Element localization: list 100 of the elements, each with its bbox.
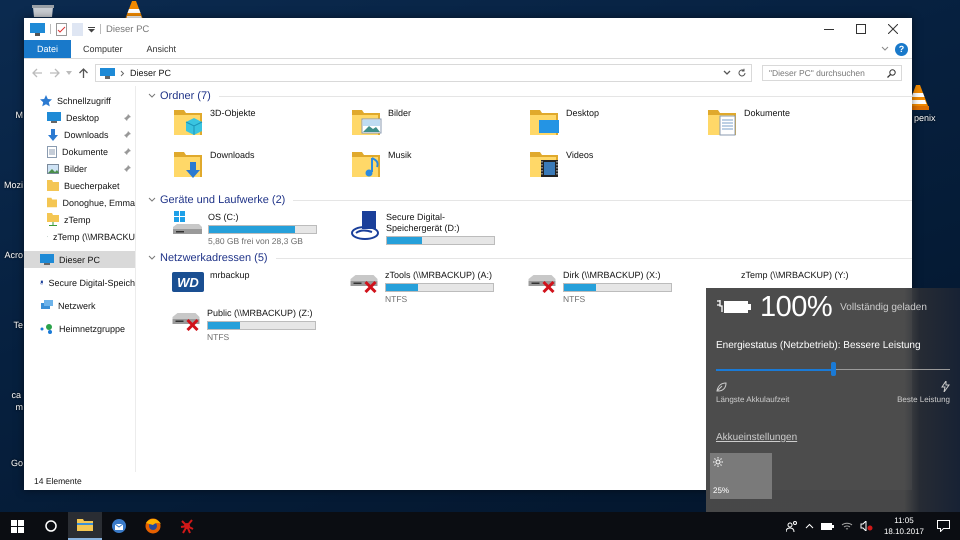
taskbar-app[interactable] bbox=[68, 512, 102, 540]
maximize-button[interactable] bbox=[856, 24, 866, 34]
browser-icon bbox=[144, 517, 162, 535]
drive-details: NTFS bbox=[563, 294, 586, 304]
drive-name[interactable]: Secure Digital-Speichergerät (D:) bbox=[386, 212, 496, 234]
back-arrow-icon bbox=[32, 68, 43, 78]
battery-icon bbox=[820, 522, 834, 530]
folder-name[interactable]: Desktop bbox=[566, 108, 676, 119]
customize-toolbar-icon bbox=[88, 26, 95, 32]
windows-logo-icon bbox=[10, 520, 24, 532]
clock-time: 11:05 bbox=[894, 515, 914, 526]
folder-name[interactable]: Musik bbox=[388, 150, 498, 161]
star-icon bbox=[40, 94, 52, 106]
sidebar-item[interactable]: Secure Digital-Speich bbox=[24, 274, 135, 291]
group-header[interactable]: Ordner (7) bbox=[160, 90, 211, 102]
sidebar-item[interactable]: Desktop bbox=[24, 109, 135, 126]
desktop-icon-label: m bbox=[16, 402, 23, 412]
sidebar-item[interactable]: Donoghue, Emma bbox=[24, 194, 135, 211]
sidebar-item[interactable]: Netzwerk bbox=[24, 297, 135, 314]
drive-name[interactable]: zTools (\\MRBACKUP) (A:) bbox=[385, 270, 495, 281]
network-icon bbox=[40, 300, 53, 311]
sidebar-item[interactable]: zTemp (\\MRBACKU bbox=[24, 228, 135, 245]
path-label: Dieser PC bbox=[130, 68, 172, 78]
drive-name[interactable]: Dirk (\\MRBACKUP) (X:) bbox=[563, 270, 673, 281]
folder-icon bbox=[47, 180, 59, 191]
sidebar-item[interactable]: Bilder bbox=[24, 160, 135, 177]
sidebar-item[interactable]: Downloads bbox=[24, 126, 135, 143]
sidebar-item[interactable]: Buecherpaket bbox=[24, 177, 135, 194]
sidebar-item[interactable]: zTemp bbox=[24, 211, 135, 228]
sidebar-item[interactable]: Dokumente bbox=[24, 143, 135, 160]
drive-name[interactable]: zTemp (\\MRBACKUP) (Y:) bbox=[741, 270, 851, 281]
battery-plugged-icon bbox=[716, 298, 752, 316]
folder-name[interactable]: Downloads bbox=[210, 150, 320, 161]
folder-name[interactable]: Dokumente bbox=[744, 108, 854, 119]
desktop-icon-label: Acro bbox=[4, 250, 23, 260]
ribbon-tab[interactable]: Computer bbox=[71, 40, 135, 58]
search-field[interactable]: "Dieser PC" durchsuchen bbox=[762, 65, 902, 81]
ribbon-tab[interactable]: Ansicht bbox=[134, 40, 188, 58]
picture-icon bbox=[47, 164, 59, 174]
help-button[interactable]: ? bbox=[895, 42, 908, 56]
up-arrow-icon bbox=[78, 68, 89, 78]
action-center-button[interactable] bbox=[937, 520, 950, 532]
window-title: Dieser PC bbox=[106, 24, 150, 34]
homegroup-icon bbox=[40, 324, 54, 334]
folder-name[interactable]: Videos bbox=[566, 150, 676, 161]
chevron-up-icon bbox=[804, 523, 814, 529]
properties-icon bbox=[56, 22, 67, 36]
file-tab[interactable]: Datei bbox=[24, 40, 72, 58]
new-folder-icon bbox=[72, 22, 83, 36]
sidebar-item[interactable]: Schnellzugriff bbox=[24, 92, 135, 109]
group-header[interactable]: Geräte und Laufwerke (2) bbox=[160, 194, 286, 206]
folder-name[interactable]: 3D-Objekte bbox=[210, 108, 320, 119]
battery-status: Vollständig geladen bbox=[840, 302, 927, 312]
close-button[interactable] bbox=[888, 24, 898, 34]
document-icon bbox=[47, 146, 57, 158]
group-header[interactable]: Netzwerkadressen (5) bbox=[160, 252, 268, 264]
battery-percentage: 100% bbox=[760, 290, 832, 324]
monitor-icon bbox=[47, 112, 61, 123]
item-count: 14 Elemente bbox=[34, 476, 82, 486]
dropdown-icon bbox=[723, 70, 731, 76]
drive-details: NTFS bbox=[207, 332, 230, 342]
spider-icon bbox=[178, 517, 196, 535]
drive-details: NTFS bbox=[385, 294, 408, 304]
monitor-icon bbox=[40, 254, 54, 265]
sidebar-item[interactable]: Dieser PC bbox=[24, 251, 135, 268]
address-bar[interactable]: Dieser PC bbox=[95, 64, 752, 82]
expand-ribbon-icon bbox=[881, 46, 889, 52]
search-icon bbox=[887, 69, 896, 78]
power-mode-label: Energiestatus (Netzbetrieb): Bessere Leistung bbox=[715, 339, 922, 351]
drive-details: 5,80 GB frei von 28,3 GB bbox=[208, 236, 304, 246]
drive-name[interactable]: OS (C:) bbox=[208, 212, 318, 223]
circle-icon bbox=[45, 520, 57, 532]
slider-max-label: Beste Leistung bbox=[897, 395, 950, 404]
brightness-tile[interactable]: 25% bbox=[710, 453, 772, 499]
forward-arrow-icon bbox=[49, 68, 60, 78]
location-name[interactable]: mrbackup bbox=[210, 270, 320, 281]
desktop-icon-label: Te bbox=[13, 320, 23, 330]
desktop-icon-label: ca bbox=[11, 390, 21, 400]
recycle-bin-icon bbox=[32, 5, 54, 17]
power-mode-slider[interactable] bbox=[716, 361, 950, 377]
recent-locations-icon bbox=[66, 71, 72, 75]
speaker-muted-icon bbox=[860, 521, 873, 531]
refresh-button[interactable] bbox=[737, 68, 747, 78]
people-icon bbox=[786, 520, 798, 532]
network-folder-icon bbox=[47, 213, 59, 226]
sidebar-item[interactable]: Heimnetzgruppe bbox=[24, 320, 135, 337]
leaf-icon bbox=[716, 382, 727, 392]
desktop-icon-label: Mozi bbox=[4, 180, 23, 190]
brightness-icon bbox=[713, 457, 723, 467]
folder-icon bbox=[47, 197, 58, 208]
slider-min-label: Längste Akkulaufzeit bbox=[716, 395, 790, 404]
drive-logo: WD bbox=[172, 272, 204, 292]
drive-name[interactable]: Public (\\MRBACKUP) (Z:) bbox=[207, 308, 317, 319]
folder-name[interactable]: Bilder bbox=[388, 108, 498, 119]
mail-client-icon bbox=[110, 517, 128, 535]
lightning-icon bbox=[941, 381, 950, 392]
battery-settings-link[interactable]: Akkueinstellungen bbox=[706, 404, 798, 443]
wifi-icon bbox=[840, 521, 853, 531]
folder-icon bbox=[76, 516, 94, 534]
desktop-icon-label: M bbox=[16, 110, 23, 120]
